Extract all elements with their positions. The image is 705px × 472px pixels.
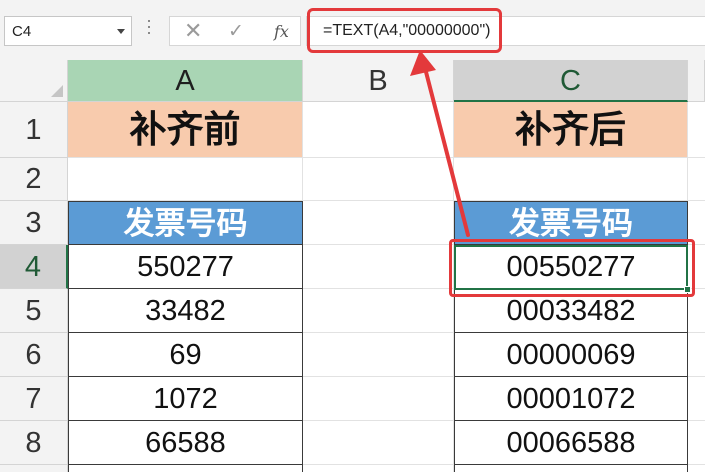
row-header-3[interactable]: 3 <box>0 201 68 245</box>
cell-a1[interactable]: 补齐前 <box>68 102 303 158</box>
row-header-5[interactable]: 5 <box>0 289 68 333</box>
row-header-8[interactable]: 8 <box>0 421 68 465</box>
cell-highlight-box <box>449 239 695 297</box>
select-all-corner[interactable] <box>0 60 68 102</box>
cell-a6[interactable]: 69 <box>68 333 303 377</box>
cancel-icon[interactable]: ✕ <box>184 18 202 44</box>
column-header-b[interactable]: B <box>303 60 454 102</box>
cell-a8[interactable]: 66588 <box>68 421 303 465</box>
cell-c6[interactable]: 00000069 <box>454 333 688 377</box>
insert-function-icon[interactable]: fx <box>274 22 289 41</box>
chevron-down-icon[interactable] <box>117 29 125 34</box>
row-header-7[interactable]: 7 <box>0 377 68 421</box>
name-box-value: C4 <box>12 23 32 40</box>
cell-a5[interactable]: 33482 <box>68 289 303 333</box>
column-header-d[interactable] <box>688 60 705 102</box>
cell-c1[interactable]: 补齐后 <box>454 102 688 158</box>
row-header-1[interactable]: 1 <box>0 102 68 158</box>
cell-a7[interactable]: 1072 <box>68 377 303 421</box>
cell-a4[interactable]: 550277 <box>68 245 303 289</box>
more-options-icon <box>147 20 151 40</box>
cell-c8[interactable]: 00066588 <box>454 421 688 465</box>
row-header-4[interactable]: 4 <box>0 245 68 289</box>
formula-highlight-box <box>307 8 502 53</box>
cell-a3[interactable]: 发票号码 <box>68 201 303 245</box>
cell-a9[interactable] <box>68 465 303 472</box>
enter-icon[interactable]: ✓ <box>228 20 244 43</box>
name-box[interactable]: C4 <box>4 16 132 46</box>
row-header-9[interactable] <box>0 465 68 472</box>
formula-buttons: ✕ ✓ fx <box>169 16 301 46</box>
column-header-a[interactable]: A <box>68 60 303 102</box>
cell-c9[interactable] <box>454 465 688 472</box>
row-header-2[interactable]: 2 <box>0 158 68 201</box>
cell-c7[interactable]: 00001072 <box>454 377 688 421</box>
column-header-c[interactable]: C <box>454 60 688 102</box>
row-header-6[interactable]: 6 <box>0 333 68 377</box>
